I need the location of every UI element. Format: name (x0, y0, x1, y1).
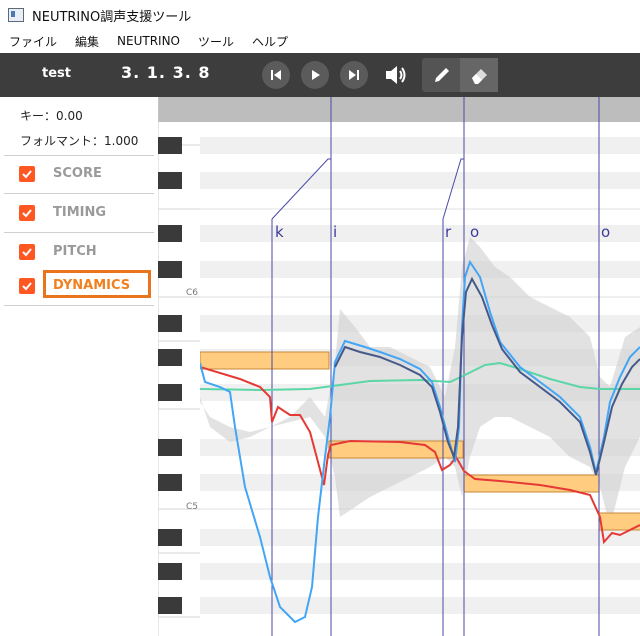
skip-forward-icon (349, 70, 359, 80)
volume-icon[interactable] (384, 63, 408, 87)
c6-label: C6 (186, 288, 198, 298)
check-icon (22, 282, 32, 291)
skip-back-icon (271, 70, 281, 80)
piano-roll-editor[interactable]: k i r o o (200, 97, 640, 636)
piano-keys: C6 C5 (158, 97, 200, 636)
divider (4, 232, 154, 233)
app-icon (8, 8, 24, 22)
pencil-tool-button[interactable] (422, 58, 460, 92)
divider (4, 155, 154, 156)
timing-checkbox[interactable] (19, 205, 35, 221)
check-icon (22, 248, 32, 257)
menu-neutrino[interactable]: NEUTRINO (108, 34, 189, 48)
song-name: test (42, 66, 71, 81)
side-panel: キー：0.00 フォルマント：1.000 SCORE TIMING PITCH … (0, 97, 159, 636)
eraser-icon (472, 69, 487, 84)
lyric-k[interactable]: k (275, 223, 284, 241)
pitch-checkbox[interactable] (19, 244, 35, 260)
lyric-o2[interactable]: o (601, 223, 610, 241)
check-icon (22, 170, 32, 179)
piano-keyboard[interactable]: C6 C5 (158, 97, 200, 636)
pencil-icon (435, 68, 449, 82)
lyric-i[interactable]: i (333, 223, 337, 241)
key-value: キー：0.00 (20, 109, 83, 123)
check-icon (22, 209, 32, 218)
formant-value: フォルマント：1.000 (20, 134, 139, 148)
skip-forward-button[interactable] (340, 61, 368, 89)
menu-edit[interactable]: 編集 (66, 33, 108, 50)
edit-tool-group (422, 58, 498, 92)
score-label: SCORE (53, 166, 102, 181)
piano-roll-canvas: k i r o o (200, 97, 640, 636)
eraser-tool-button[interactable] (460, 58, 498, 92)
lyric-r[interactable]: r (445, 223, 452, 241)
timeline-ruler[interactable] (200, 97, 640, 122)
play-button[interactable] (301, 61, 329, 89)
pitch-label: PITCH (53, 244, 97, 259)
score-checkbox[interactable] (19, 166, 35, 182)
window-title: NEUTRINO調声支援ツール (32, 9, 192, 25)
play-icon (312, 70, 320, 80)
divider (4, 305, 154, 306)
dynamics-highlight (43, 270, 151, 298)
c5-label: C5 (186, 502, 198, 512)
menu-file[interactable]: ファイル (0, 33, 66, 50)
menu-tools[interactable]: ツール (189, 33, 243, 50)
timing-label: TIMING (53, 205, 107, 220)
menu-help[interactable]: ヘルプ (243, 33, 297, 50)
lyric-o[interactable]: o (470, 223, 479, 241)
menu-bar: ファイル 編集 NEUTRINO ツール ヘルプ (0, 30, 640, 52)
dynamics-checkbox[interactable] (19, 278, 35, 294)
note[interactable] (200, 351, 330, 370)
playback-position: 3. 1. 3. 8 (121, 63, 211, 82)
divider (4, 193, 154, 194)
title-bar: NEUTRINO調声支援ツール (0, 0, 640, 30)
skip-back-button[interactable] (262, 61, 290, 89)
